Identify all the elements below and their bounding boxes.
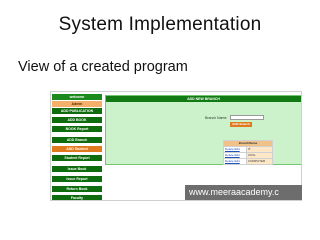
sidebar-item-add-book[interactable]: ADD BOOK (52, 117, 102, 123)
table-row: Delete Edit COMPUTER (223, 158, 273, 165)
add-branch-panel: ADD NEW BRANCH Branch Name: ADD Branch B… (105, 95, 301, 165)
sidebar-item-student-report[interactable]: Student Report (52, 155, 102, 161)
sidebar-item-return-book[interactable]: Return Book (52, 186, 102, 192)
sidebar-item-add-branch[interactable]: ADD Branch (52, 137, 102, 143)
sidebar-item-issue-report[interactable]: Issue Report (52, 176, 102, 182)
branch-name-label: Branch Name: (205, 116, 228, 120)
sidebar-item-faculty[interactable]: Faculty (52, 195, 102, 200)
sidebar-welcome: welcome (52, 94, 102, 100)
branch-table: BranchName Delete Edit IT Delete Edit CI… (223, 140, 273, 165)
sidebar-item-book-report[interactable]: BOOK Report (52, 126, 102, 132)
sidebar-item-add-publication[interactable]: ADD PUBLICATION (52, 108, 102, 114)
edit-link[interactable]: Edit (235, 147, 240, 151)
slide-subtitle: View of a created program (18, 59, 188, 75)
panel-header: ADD NEW BRANCH (106, 96, 301, 102)
branch-name-input[interactable] (230, 115, 264, 120)
sidebar-item-issue-book[interactable]: Issue Book (52, 166, 102, 172)
sidebar: welcome Admin ADD PUBLICATION ADD BOOK B… (51, 92, 103, 200)
watermark: www.meeraacademy.c (185, 185, 302, 200)
sidebar-item-add-student[interactable]: ADD Student (52, 146, 102, 152)
delete-link[interactable]: Delete (225, 159, 234, 163)
delete-link[interactable]: Delete (225, 147, 234, 151)
slide-title: System Implementation (58, 14, 262, 35)
add-branch-button[interactable]: ADD Branch (230, 122, 252, 127)
branch-name-cell: COMPUTER (246, 158, 273, 165)
edit-link[interactable]: Edit (235, 153, 240, 157)
row-actions: Delete Edit (223, 158, 247, 165)
delete-link[interactable]: Delete (225, 153, 234, 157)
sidebar-item-admin[interactable]: Admin (52, 101, 102, 107)
edit-link[interactable]: Edit (235, 159, 240, 163)
